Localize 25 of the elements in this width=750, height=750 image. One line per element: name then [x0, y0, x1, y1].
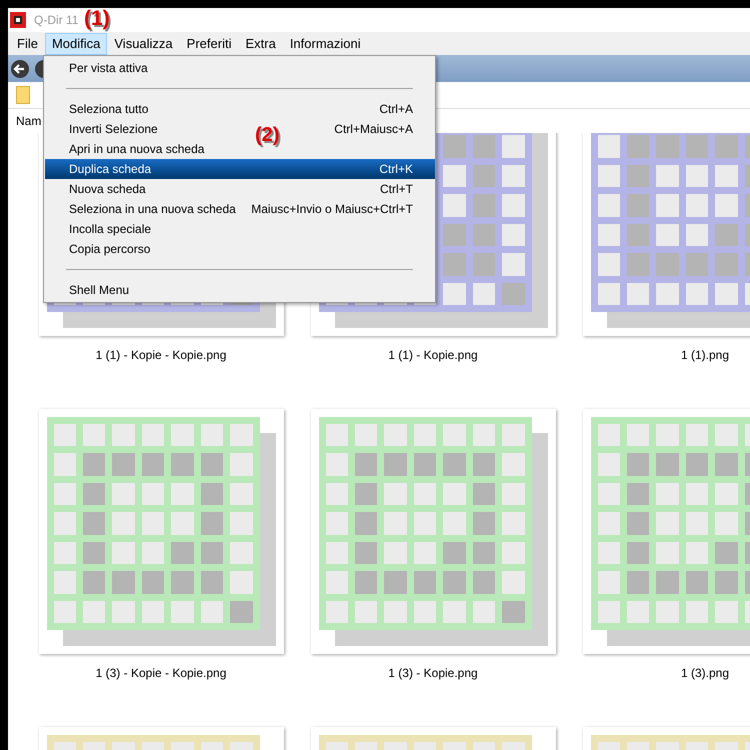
menu-item[interactable]: Duplica scheda Ctrl+K	[45, 159, 435, 179]
menu-item[interactable]: Seleziona tutto Ctrl+A	[45, 99, 435, 119]
menu-bar-item[interactable]: Visualizza	[107, 32, 180, 54]
menu-bar-item[interactable]: Informazioni	[282, 32, 368, 54]
window-title: Q-Dir 11	[34, 12, 78, 29]
folder-icon	[16, 86, 30, 104]
menu-bar-item[interactable]: Extra	[238, 32, 283, 54]
menu-item[interactable]: Incolla speciale	[45, 219, 435, 239]
file-name: 1 (1).png	[680, 347, 730, 364]
column-header[interactable]: Nam	[16, 112, 42, 130]
file-name: 1 (3) - Kopie - Kopie.png	[96, 665, 226, 682]
file-name: 1 (3) - Kopie.png	[388, 665, 478, 682]
annotation-label: (2)	[255, 123, 280, 148]
menu-bar-item[interactable]: Modifica	[44, 32, 108, 54]
menu-item[interactable]: Seleziona in una nuova scheda Maiusc+Invio o Maiusc+Ctrl+T	[45, 199, 435, 219]
menu-item[interactable]: Copia percorso	[45, 239, 435, 259]
menu-item[interactable]: Nuova scheda Ctrl+T	[45, 179, 435, 199]
menu-item[interactable]: Shell Menu	[45, 280, 435, 300]
file-name: 1 (1) - Kopie - Kopie.png	[96, 347, 226, 364]
file-name: 1 (1) - Kopie.png	[388, 347, 478, 364]
annotation-label: (1)	[84, 8, 110, 32]
menu-bar-item[interactable]: Preferiti	[180, 32, 238, 54]
menu-bar-item[interactable]: File	[10, 32, 45, 54]
file-name: 1 (3).png	[680, 665, 730, 682]
menu-item[interactable]: Per vista attiva	[45, 58, 435, 78]
